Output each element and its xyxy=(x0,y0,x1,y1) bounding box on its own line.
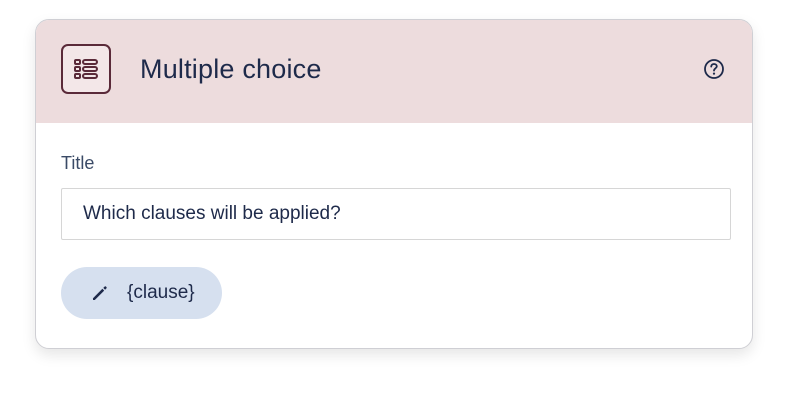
variable-chip-button[interactable]: {clause} xyxy=(61,267,222,319)
card-body: Title {clause} xyxy=(36,123,752,348)
card-title: Multiple choice xyxy=(140,54,322,84)
pencil-icon xyxy=(93,286,107,300)
variable-chip-label: {clause} xyxy=(127,282,195,303)
help-circle-icon xyxy=(704,59,724,79)
title-input[interactable] xyxy=(61,188,731,240)
list-icon xyxy=(61,44,111,94)
title-field-label: Title xyxy=(61,153,95,173)
card-header: Multiple choice xyxy=(36,20,752,123)
help-button[interactable] xyxy=(702,57,726,81)
multiple-choice-card: Multiple choice Title {clause} xyxy=(35,19,753,349)
